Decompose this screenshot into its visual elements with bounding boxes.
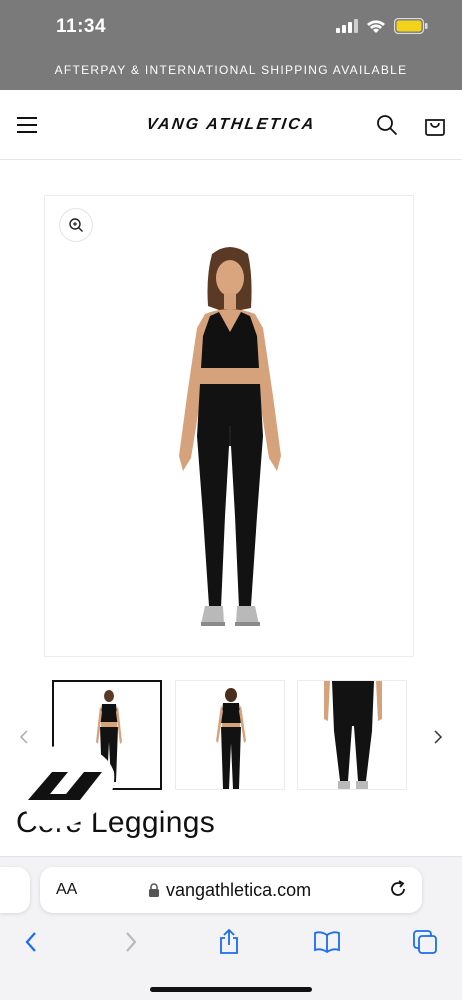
tabs-button[interactable] [410,927,440,957]
back-icon [25,932,36,952]
share-button[interactable] [214,927,244,957]
url-text[interactable]: vangathletica.com [166,880,311,901]
menu-button[interactable] [12,110,42,140]
menu-icon [17,117,37,133]
brand-logo[interactable]: VANG ATHLETICA [128,114,333,136]
bookmarks-icon [314,931,340,953]
lock-icon [149,883,159,897]
status-bar: 11:34 [0,0,462,52]
status-time: 11:34 [56,16,107,37]
back-button[interactable] [16,927,46,957]
address-bar[interactable]: AA vangathletica.com [40,867,422,913]
cart-button[interactable] [420,110,450,140]
text-size-button[interactable]: AA [56,881,77,899]
signal-icon [336,19,358,33]
bag-icon [425,119,445,136]
search-button[interactable] [372,110,402,140]
announcement-bar: AFTERPAY & INTERNATIONAL SHIPPING AVAILA… [0,52,462,90]
zoom-button[interactable] [59,208,93,242]
bookmarks-button[interactable] [312,927,342,957]
browser-toolbar: AA vangathletica.com [0,856,462,1000]
chevron-right-icon [434,730,443,744]
brand-badge-overlay[interactable] [22,742,118,832]
share-icon [220,929,238,954]
tabs-icon [413,930,437,954]
battery-icon [394,18,428,34]
wifi-icon [367,19,385,33]
reload-icon[interactable] [388,879,408,899]
forward-button[interactable] [116,927,146,957]
status-icons [336,18,428,34]
zoom-icon [69,218,83,232]
thumbnail-legs[interactable] [297,680,407,790]
previous-tab-peek[interactable] [0,867,30,913]
thumbnail-image-back [216,688,246,789]
product-main-image[interactable] [44,195,414,657]
site-header: VANG ATHLETICA [0,90,462,160]
product-photo-front [179,247,281,626]
carousel-next-button[interactable] [428,730,448,750]
search-icon [377,115,398,136]
forward-icon [126,932,137,952]
home-indicator [150,987,312,992]
thumbnail-back[interactable] [175,680,285,790]
thumbnail-image-legs [324,681,382,789]
